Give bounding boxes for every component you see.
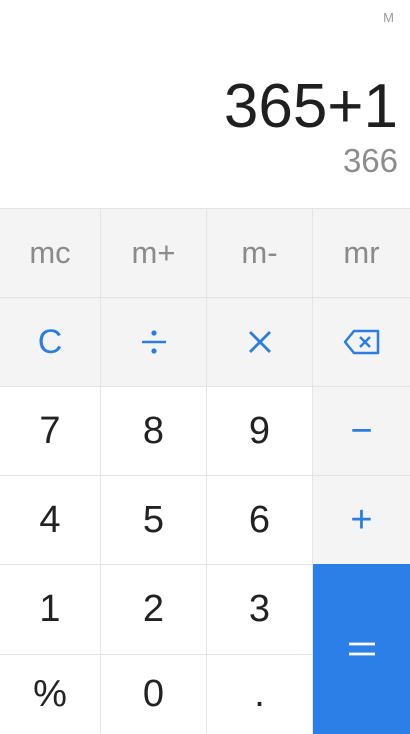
keypad: mc m+ m- mr C 7 8 9 − 4 5 6 + 1 2 3 % 0 xyxy=(0,208,410,734)
digit-4-button[interactable]: 4 xyxy=(0,475,101,564)
m-minus-button[interactable]: m- xyxy=(207,208,313,297)
digit-8-button[interactable]: 8 xyxy=(101,386,207,475)
clear-button[interactable]: C xyxy=(0,297,101,386)
equals-icon xyxy=(348,642,375,656)
m-plus-button[interactable]: m+ xyxy=(101,208,207,297)
mr-button[interactable]: mr xyxy=(313,208,410,297)
digit-1-button[interactable]: 1 xyxy=(0,564,101,654)
decimal-button[interactable]: . xyxy=(207,654,313,734)
memory-indicator: M xyxy=(383,10,394,25)
divide-button[interactable] xyxy=(101,297,207,386)
percent-button[interactable]: % xyxy=(0,654,101,734)
plus-button[interactable]: + xyxy=(313,475,410,564)
backspace-button[interactable] xyxy=(313,297,410,386)
equals-button[interactable]: = xyxy=(313,564,410,734)
digit-6-button[interactable]: 6 xyxy=(207,475,313,564)
mc-button[interactable]: mc xyxy=(0,208,101,297)
digit-9-button[interactable]: 9 xyxy=(207,386,313,475)
result-preview: 366 xyxy=(342,142,398,179)
divide-icon xyxy=(141,330,166,354)
multiply-button[interactable] xyxy=(207,297,313,386)
expression-display: 365+1 xyxy=(223,72,398,141)
digit-5-button[interactable]: 5 xyxy=(101,475,207,564)
display-panel: M 365+1 366 xyxy=(0,0,410,208)
digit-3-button[interactable]: 3 xyxy=(207,564,313,654)
digit-0-button[interactable]: 0 xyxy=(101,654,207,734)
multiply-icon xyxy=(248,331,271,353)
digit-2-button[interactable]: 2 xyxy=(101,564,207,654)
backspace-icon xyxy=(343,329,379,355)
minus-button[interactable]: − xyxy=(313,386,410,475)
digit-7-button[interactable]: 7 xyxy=(0,386,101,475)
